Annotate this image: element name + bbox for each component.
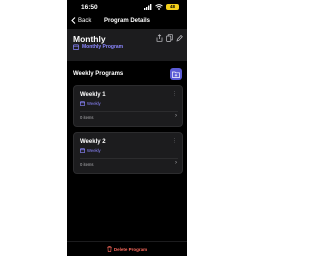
card-type-label: Weekly	[87, 101, 101, 106]
more-icon[interactable]: ⋮	[172, 138, 177, 144]
program-title: Monthly	[73, 34, 106, 44]
add-weekly-button[interactable]	[170, 68, 182, 80]
signal-icon	[144, 4, 152, 10]
card-title: Weekly 1	[80, 92, 106, 98]
card-title: Weekly 2	[80, 139, 106, 145]
card-type-label: Weekly	[87, 148, 101, 153]
program-type-label: Monthly Program	[82, 44, 124, 50]
copy-icon[interactable]	[166, 34, 173, 42]
status-bar: 16:50 48	[67, 0, 187, 16]
card-type: Weekly	[80, 148, 101, 153]
chevron-right-icon: ›	[175, 160, 177, 166]
delete-program-button[interactable]: Delete Program	[67, 246, 187, 252]
share-icon[interactable]	[156, 34, 163, 42]
program-header: Monthly Monthly Program	[67, 29, 187, 61]
calendar-icon	[73, 44, 79, 50]
bottom-bar: Delete Program	[67, 241, 187, 256]
card-type: Weekly	[80, 101, 101, 106]
status-icons: 48	[144, 4, 179, 10]
section-title: Weekly Programs	[73, 71, 124, 77]
more-icon[interactable]: ⋮	[172, 91, 177, 97]
nav-title: Program Details	[103, 18, 151, 24]
calendar-icon	[80, 148, 85, 153]
wifi-icon	[155, 4, 163, 10]
pencil-icon[interactable]	[176, 34, 183, 42]
status-time: 16:50	[81, 4, 98, 11]
folder-plus-icon	[172, 71, 180, 78]
weekly-card[interactable]: Weekly 2 ⋮ Weekly 0 items ›	[73, 132, 183, 174]
chevron-right-icon: ›	[175, 113, 177, 119]
nav-bar: Back Program Details	[67, 15, 187, 29]
phone-screen: 16:50 48 Back Program Details Monthly Mo…	[67, 0, 187, 256]
battery-icon: 48	[166, 4, 179, 10]
program-type: Monthly Program	[73, 44, 123, 50]
divider	[80, 111, 178, 112]
card-item-count: 0 items	[80, 115, 94, 120]
card-item-count: 0 items	[80, 162, 94, 167]
calendar-icon	[80, 101, 85, 106]
header-actions	[156, 34, 183, 42]
weekly-card[interactable]: Weekly 1 ⋮ Weekly 0 items ›	[73, 85, 183, 127]
trash-icon	[107, 246, 112, 252]
delete-label: Delete Program	[113, 246, 148, 252]
divider	[80, 158, 178, 159]
